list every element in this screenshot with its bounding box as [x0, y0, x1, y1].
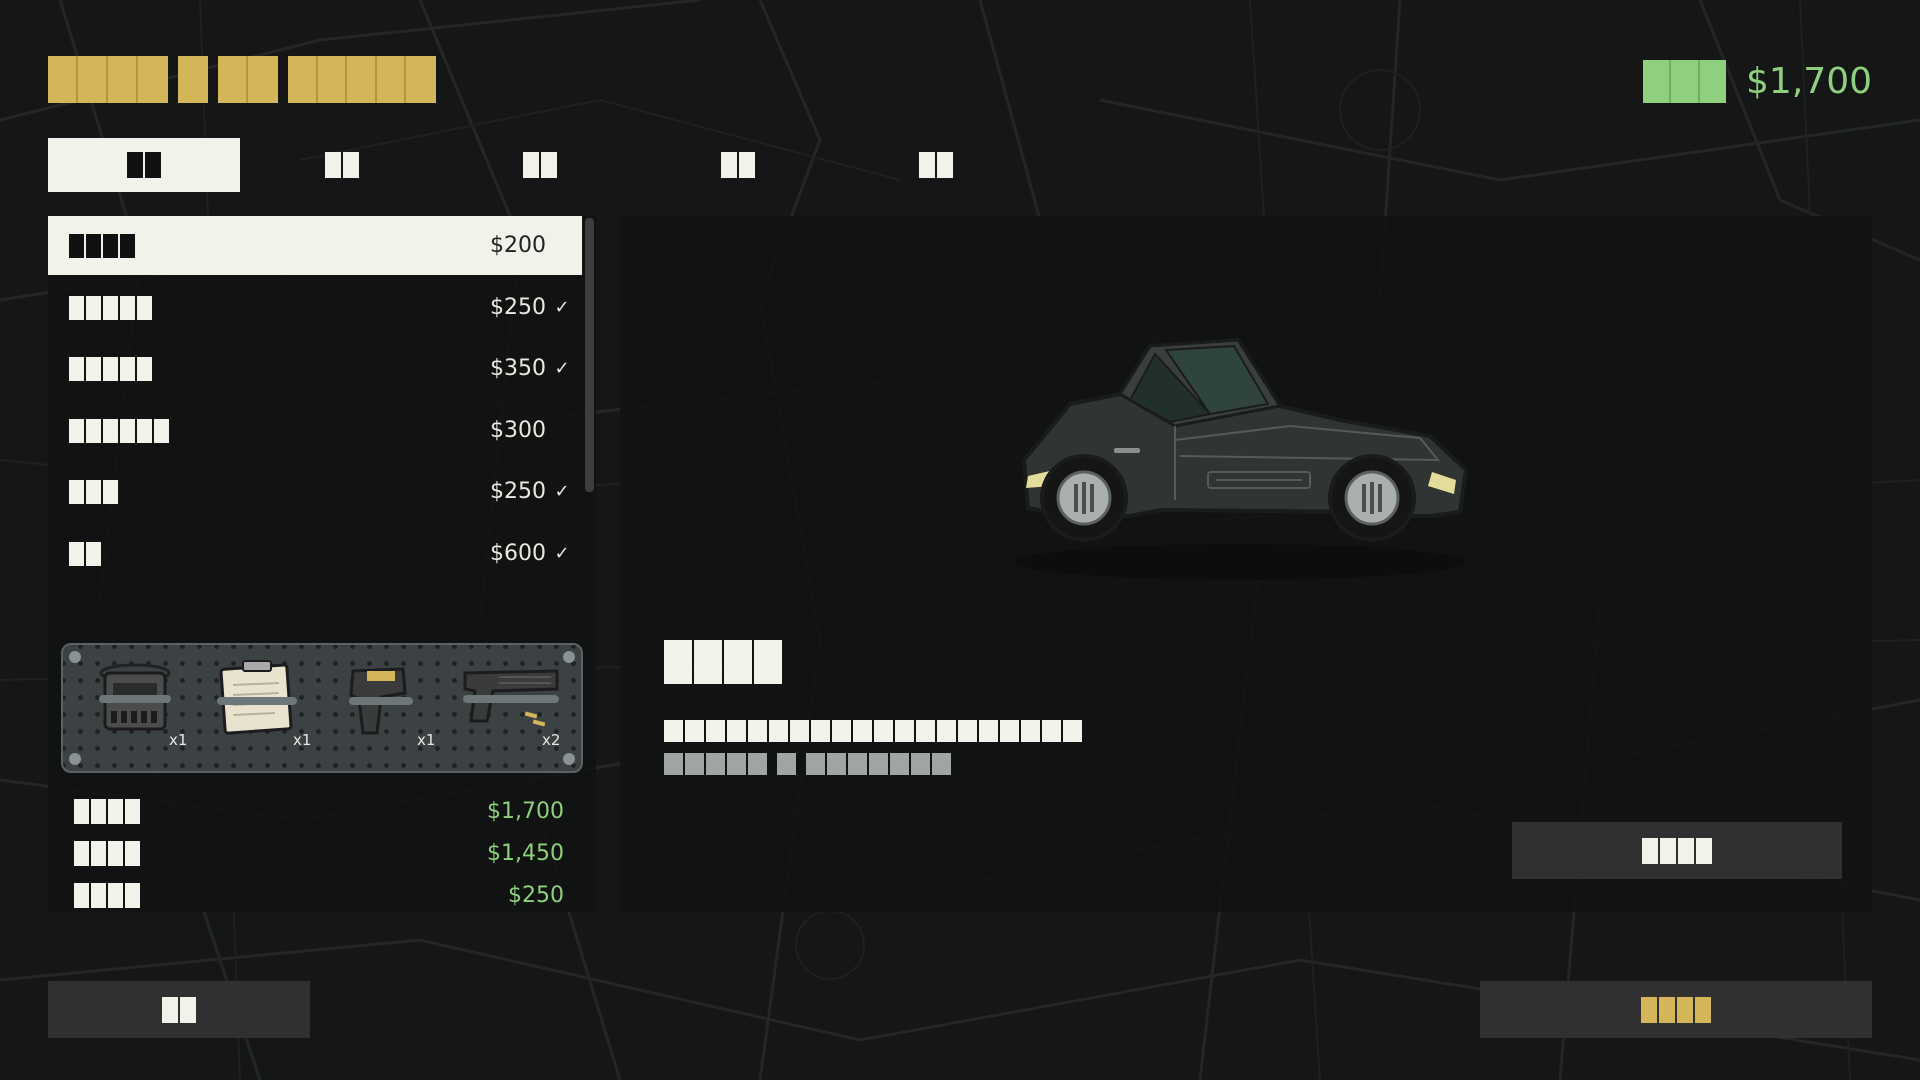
screw-icon	[563, 651, 575, 663]
confirm-button[interactable]	[1480, 981, 1872, 1038]
total-value: $1,700	[487, 798, 564, 824]
owned-check-icon: ✓	[554, 358, 570, 379]
item-price: $300	[490, 418, 546, 443]
total-label	[74, 798, 140, 824]
car-preview-icon	[1015, 338, 1468, 580]
button-label	[162, 996, 196, 1023]
tab-label	[325, 152, 359, 178]
tab-2[interactable]	[246, 138, 438, 192]
total-value: $1,450	[487, 840, 564, 866]
list-item[interactable]: $250 ✓	[48, 278, 582, 337]
owned-check-icon: ✓	[554, 297, 570, 318]
money-value: $1,700	[1746, 61, 1872, 102]
owned-check-icon: ✓	[554, 543, 570, 564]
loadout-pegboard: x1 x1 x1 x2	[61, 643, 583, 773]
tab-label	[919, 152, 953, 178]
total-label	[74, 840, 140, 866]
screw-icon	[69, 651, 81, 663]
money-label	[1643, 60, 1727, 103]
item-name	[69, 356, 152, 381]
tab-4[interactable]	[642, 138, 834, 192]
detail-title	[664, 640, 782, 684]
owned-check-icon: ✓	[554, 481, 570, 502]
screw-icon	[69, 753, 81, 765]
qty-label: x1	[169, 731, 188, 749]
item-name	[69, 418, 169, 443]
item-name	[69, 233, 135, 258]
radio-icon[interactable]	[91, 659, 179, 749]
title-word-3	[218, 56, 278, 103]
detail-stats-line	[664, 753, 951, 775]
item-price: $600	[490, 541, 546, 566]
item-price: $250	[490, 295, 546, 320]
item-name	[69, 479, 118, 504]
category-tabs	[48, 138, 1038, 192]
item-name	[69, 541, 101, 566]
list-item[interactable]: $250 ✓	[48, 462, 582, 521]
total-value: $250	[508, 882, 564, 908]
item-name	[69, 295, 152, 320]
total-row: $1,700	[74, 796, 564, 826]
tab-1[interactable]	[48, 138, 240, 192]
total-label	[74, 882, 140, 908]
total-row: $1,450	[74, 838, 564, 868]
tab-label	[523, 152, 557, 178]
tab-label	[127, 152, 161, 178]
taser-icon[interactable]	[337, 659, 425, 749]
list-scrollbar[interactable]	[585, 218, 594, 492]
title-word-2	[178, 56, 208, 103]
qty-label: x1	[417, 731, 436, 749]
detail-description-line	[664, 720, 1082, 742]
screen-title	[48, 56, 436, 103]
clipboard-icon[interactable]	[213, 659, 301, 749]
item-price: $350	[490, 356, 546, 381]
total-row: $250	[74, 880, 564, 910]
buy-item-button[interactable]	[1512, 822, 1842, 879]
tab-5[interactable]	[840, 138, 1032, 192]
money-display: $1,700	[1643, 60, 1872, 103]
list-item[interactable]: $200	[48, 216, 582, 275]
list-item[interactable]: $600 ✓	[48, 524, 582, 583]
tab-label	[721, 152, 755, 178]
tab-3[interactable]	[444, 138, 636, 192]
item-price: $250	[490, 479, 546, 504]
qty-label: x2	[542, 731, 561, 749]
title-word-4	[288, 56, 436, 103]
button-label	[1641, 996, 1711, 1023]
list-item[interactable]: $300	[48, 401, 582, 460]
title-word-1	[48, 56, 168, 103]
back-button[interactable]	[48, 981, 310, 1038]
qty-label: x1	[293, 731, 312, 749]
screw-icon	[563, 753, 575, 765]
item-price: $200	[490, 233, 546, 258]
list-item[interactable]: $350 ✓	[48, 339, 582, 398]
button-label	[1642, 837, 1712, 864]
